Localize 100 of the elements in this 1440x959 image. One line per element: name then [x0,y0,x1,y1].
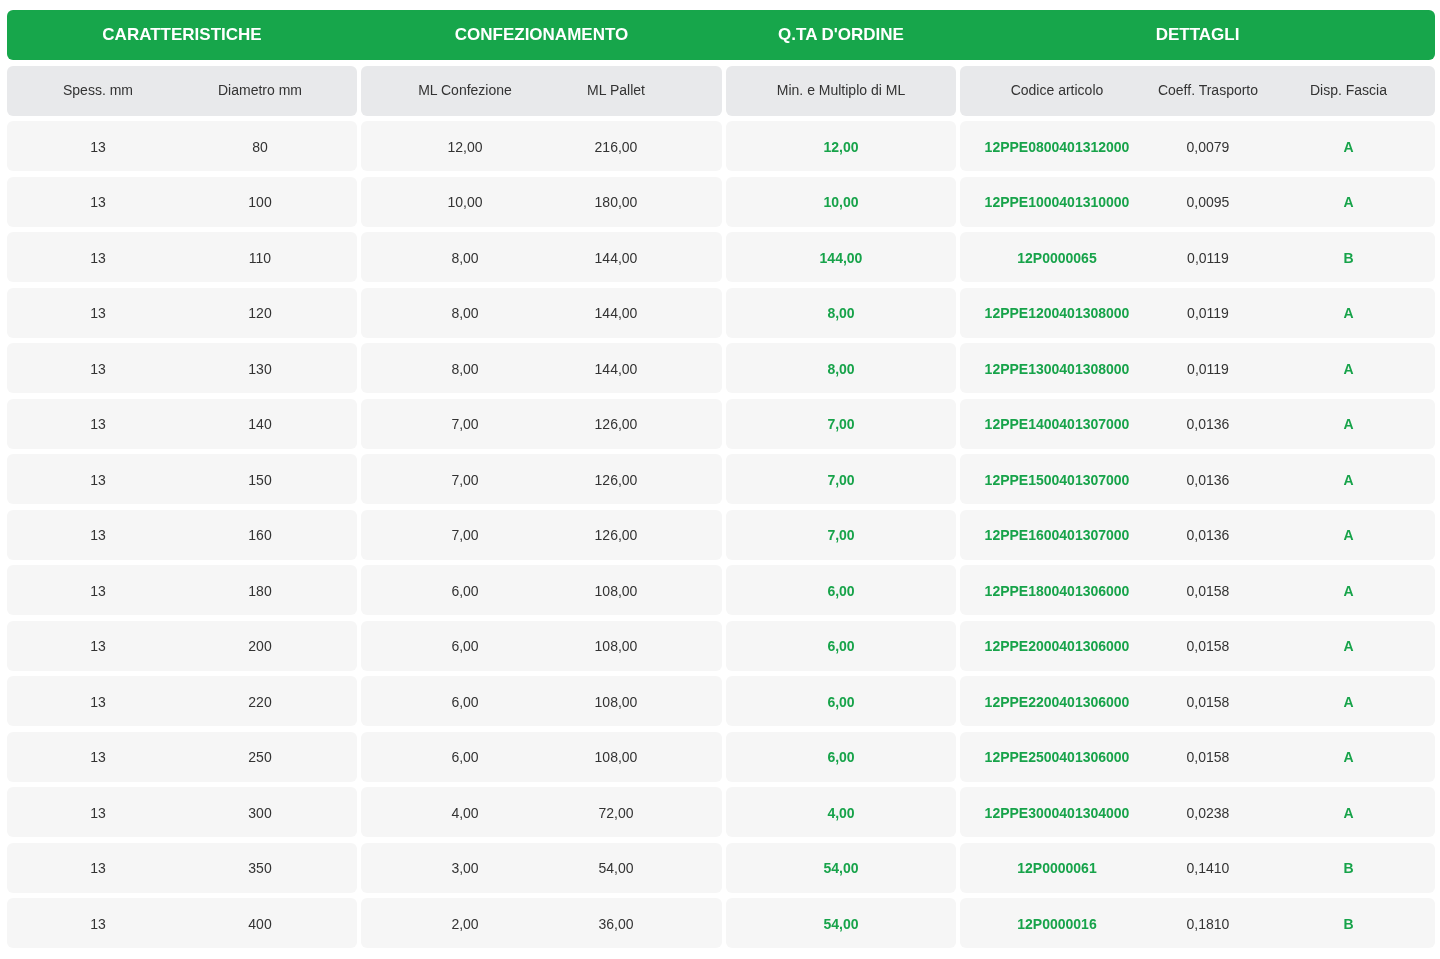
table-cell-text: 6,00 [451,637,479,656]
table-cell-text: 13 [90,193,106,212]
group-heading: Q.TA D'ORDINE [778,24,904,47]
table-cell-text: 0,0079 [1186,137,1230,157]
table-cell-text: 8,00 [451,248,479,268]
table-cell-text: 0,0119 [1187,248,1229,268]
table-cell-text: A [1343,803,1354,823]
table-cell-text: 130 [248,359,272,379]
table-cell-text: 2,00 [451,914,479,934]
table-cell-text: 7,00 [827,526,855,545]
table-cell-text: 0,0158 [1186,581,1230,601]
table-cell-text: 0,0238 [1186,803,1230,823]
column-heading: Disp. Fascia [1310,81,1387,100]
table-cell-text: 6,00 [451,581,479,601]
table-cell-text: 13 [90,748,106,767]
table-cell-text: 13 [90,248,106,268]
table-cell-text: 6,00 [827,637,855,656]
table-cell-text: 150 [248,470,272,490]
column-heading: ML Confezione [418,81,512,100]
table-cell-text: 126,00 [594,526,638,545]
table-cell-text: 12,00 [823,137,859,157]
table-cell-text: 7,00 [827,470,855,490]
column-heading: Codice articolo [1010,81,1104,100]
table-cell-text: 0,0095 [1186,193,1230,212]
table-cell-text: 13 [90,415,106,434]
table-cell-text: 13 [90,137,106,157]
table-cell-text: 300 [248,803,272,823]
table-cell-text: 13 [90,359,106,379]
column-heading: ML Pallet [587,81,645,100]
table-cell-text: 108,00 [594,637,638,656]
table-cell-text: 126,00 [594,470,638,490]
table-cell-text: 140 [248,415,272,434]
table-cell-text: 12PPE1600401307000 [984,526,1130,545]
table-cell-text: 6,00 [827,748,855,767]
table-cell-text: 13 [90,914,106,934]
table-cell-text: 10,00 [823,193,859,212]
table-cell-text: 0,0158 [1186,637,1230,656]
table-cell-text: A [1343,581,1354,601]
table-cell-text: 160 [248,526,272,545]
table-cell-text: 108,00 [594,581,638,601]
table-cell-text: 216,00 [594,137,638,157]
table-cell-text: 12PPE2500401306000 [984,748,1130,767]
table-cell-text: A [1343,637,1354,656]
table-cell-text: 3,00 [451,859,479,878]
table-cell-text: 12PPE0800401312000 [984,137,1130,157]
table-cell-text: 6,00 [827,581,855,601]
table-cell-text: B [1343,914,1354,934]
table-cell-text: A [1343,304,1354,323]
table-cell-text: 7,00 [451,415,479,434]
table-cell-text: A [1343,470,1354,490]
table-cell-text: 8,00 [827,304,855,323]
table-cell-text: 12PPE3000401304000 [984,803,1130,823]
table-cell-text: 144,00 [594,359,638,379]
table-cell-text: A [1343,692,1354,712]
table-cell-text: 7,00 [827,415,855,434]
table-cell-text: A [1343,137,1354,157]
table-cell-text: 12P0000065 [1017,248,1097,268]
table-cell-text: A [1343,193,1354,212]
table-cell-text: 8,00 [451,359,479,379]
table-cell-text: 126,00 [594,415,638,434]
table-cell-text: 0,0136 [1186,470,1230,490]
table-cell-text: 180 [248,581,272,601]
table-cell-text: 108,00 [594,748,638,767]
table-cell-text: 12PPE2200401306000 [984,692,1130,712]
table-cell-text: 12PPE1400401307000 [984,415,1130,434]
table-cell-text: 7,00 [451,526,479,545]
table-cell-text: 0,0119 [1187,304,1229,323]
table-cell-text: 8,00 [827,359,855,379]
table-cell-text: 0,0119 [1187,359,1229,379]
table-cell-text: 54,00 [823,859,859,878]
table-cell-text: 13 [90,803,106,823]
group-heading: CARATTERISTICHE [102,24,262,47]
table-cell-text: 12PPE1800401306000 [984,581,1130,601]
table-cell-text: 54,00 [598,859,634,878]
table-cell-text: 13 [90,470,106,490]
table-cell-text: 72,00 [598,803,634,823]
table-cell-text: 12PPE1500401307000 [984,470,1130,490]
table-cell-text: 120 [248,304,272,323]
table-cell-text: 80 [252,137,268,157]
table-cell-text: 250 [248,748,272,767]
group-heading: CONFEZIONAMENTO [454,24,629,47]
table-cell-text: 6,00 [827,692,855,712]
table-cell-text: 13 [90,692,106,712]
table-cell-text: 200 [248,637,272,656]
table-cell-text: 0,1410 [1186,859,1230,878]
table-cell-text: 13 [90,526,106,545]
column-heading: Diametro mm [218,81,302,100]
table-cell-text: 400 [248,914,272,934]
table-cell-text: A [1343,359,1354,379]
table-cell-text: 12P0000016 [1017,914,1097,934]
table-cell-text: A [1343,526,1354,545]
table-cell-text: 12P0000061 [1017,859,1097,878]
table-cell-text: 12PPE1200401308000 [984,304,1130,323]
group-heading: DETTAGLI [1155,24,1240,47]
table-cell-text: 13 [90,581,106,601]
table-cell-text: 220 [248,692,272,712]
table-cell-text: 12,00 [447,137,483,157]
table-cell-text: 13 [90,304,106,323]
table-cell-text: B [1343,248,1354,268]
table-cell-text: 0,0136 [1186,415,1230,434]
